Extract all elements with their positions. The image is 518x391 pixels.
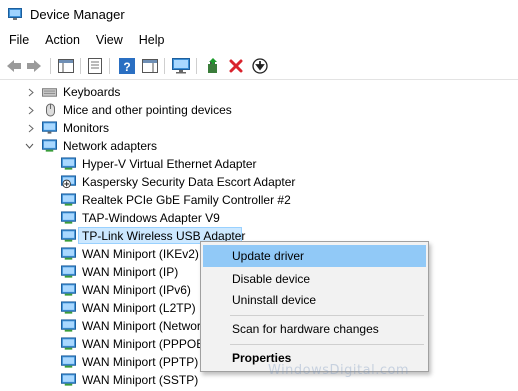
download-icon[interactable]	[251, 57, 269, 75]
toolbar-separator	[109, 58, 110, 74]
network-adapter-icon	[61, 319, 76, 332]
context-uninstall-device[interactable]: Uninstall device	[203, 289, 426, 311]
device-label: WAN Miniport (SSTP)	[82, 373, 199, 387]
update-driver-icon[interactable]	[204, 57, 222, 75]
category-label: Mice and other pointing devices	[63, 103, 232, 117]
menu-action[interactable]: Action	[37, 30, 88, 52]
chevron-down-icon[interactable]	[24, 137, 34, 155]
tree-device-item[interactable]: WAN Miniport (SSTP)	[0, 371, 518, 389]
toolbar-separator	[196, 58, 197, 74]
tree-device-item[interactable]: TAP-Windows Adapter V9	[0, 209, 518, 227]
context-separator	[230, 315, 424, 316]
tree-device-item[interactable]: Hyper-V Virtual Ethernet Adapter	[0, 155, 518, 173]
device-label: Hyper-V Virtual Ethernet Adapter	[82, 157, 257, 171]
chevron-right-icon[interactable]	[26, 83, 36, 101]
uninstall-icon[interactable]	[227, 57, 245, 75]
device-label: Realtek PCIe GbE Family Controller #2	[82, 193, 291, 207]
device-label: WAN Miniport (L2TP)	[82, 301, 196, 315]
device-label: WAN Miniport (IP)	[82, 265, 179, 279]
network-adapter-icon	[61, 247, 76, 260]
category-label: Monitors	[63, 121, 110, 135]
monitor-icon	[42, 121, 57, 134]
menu-bar: File Action View Help	[0, 30, 518, 52]
help-icon[interactable]: ?	[118, 57, 136, 75]
tree-category-keyboards[interactable]: Keyboards	[0, 83, 518, 101]
device-label: WAN Miniport (IKEv2)	[82, 247, 199, 261]
category-label: Keyboards	[63, 85, 121, 99]
toolbar-separator	[50, 58, 51, 74]
mouse-icon	[46, 103, 55, 117]
watermark: WindowsDigital.com	[268, 363, 410, 378]
tree-device-item[interactable]: Realtek PCIe GbE Family Controller #2	[0, 191, 518, 209]
toolbar-separator	[80, 58, 81, 74]
context-disable-device[interactable]: Disable device	[203, 268, 426, 290]
chevron-right-icon[interactable]	[26, 101, 36, 119]
title-bar: Device Manager	[0, 0, 518, 30]
toolbar-separator	[164, 58, 165, 74]
device-manager-icon	[8, 8, 22, 20]
network-adapter-icon	[61, 355, 76, 368]
toolbar: ?	[0, 52, 518, 80]
device-label: WAN Miniport (PPPOE)	[82, 337, 209, 351]
device-label: WAN Miniport (IPv6)	[82, 283, 191, 297]
network-adapter-icon	[61, 337, 76, 350]
device-label: Kaspersky Security Data Escort Adapter	[82, 175, 296, 189]
tree-device-item[interactable]: Kaspersky Security Data Escort Adapter	[0, 173, 518, 191]
window-title: Device Manager	[30, 7, 125, 22]
action-pane-icon[interactable]	[141, 57, 159, 75]
context-scan-hardware-changes[interactable]: Scan for hardware changes	[203, 318, 426, 340]
monitor-icon[interactable]	[172, 57, 190, 75]
menu-view[interactable]: View	[88, 30, 131, 52]
network-adapter-icon	[61, 229, 76, 242]
network-adapter-icon	[61, 211, 76, 224]
category-label: Network adapters	[63, 139, 158, 153]
network-adapter-icon	[61, 373, 76, 386]
tree-category-monitors[interactable]: Monitors	[0, 119, 518, 137]
network-adapter-icon	[61, 283, 76, 296]
tree-category-network-adapters[interactable]: Network adapters	[0, 137, 518, 155]
menu-help[interactable]: Help	[131, 30, 173, 52]
device-label: WAN Miniport (PPTP)	[82, 355, 199, 369]
network-adapter-icon	[42, 139, 57, 152]
svg-text:?: ?	[123, 60, 130, 74]
network-adapter-warning-icon	[61, 175, 76, 189]
show-hide-console-tree-icon[interactable]	[57, 57, 75, 75]
menu-file[interactable]: File	[0, 30, 37, 52]
back-arrow-icon[interactable]	[5, 57, 23, 75]
properties-icon[interactable]	[86, 57, 104, 75]
context-update-driver[interactable]: Update driver	[203, 245, 426, 267]
context-menu: Update driver Disable device Uninstall d…	[200, 241, 429, 372]
chevron-right-icon[interactable]	[26, 119, 36, 137]
context-separator	[230, 344, 424, 345]
network-adapter-icon	[61, 193, 76, 206]
network-adapter-icon	[61, 157, 76, 170]
keyboard-icon	[42, 88, 57, 97]
network-adapter-icon	[61, 301, 76, 314]
forward-arrow-icon[interactable]	[25, 57, 43, 75]
device-label: TAP-Windows Adapter V9	[82, 211, 220, 225]
tree-category-mice[interactable]: Mice and other pointing devices	[0, 101, 518, 119]
network-adapter-icon	[61, 265, 76, 278]
